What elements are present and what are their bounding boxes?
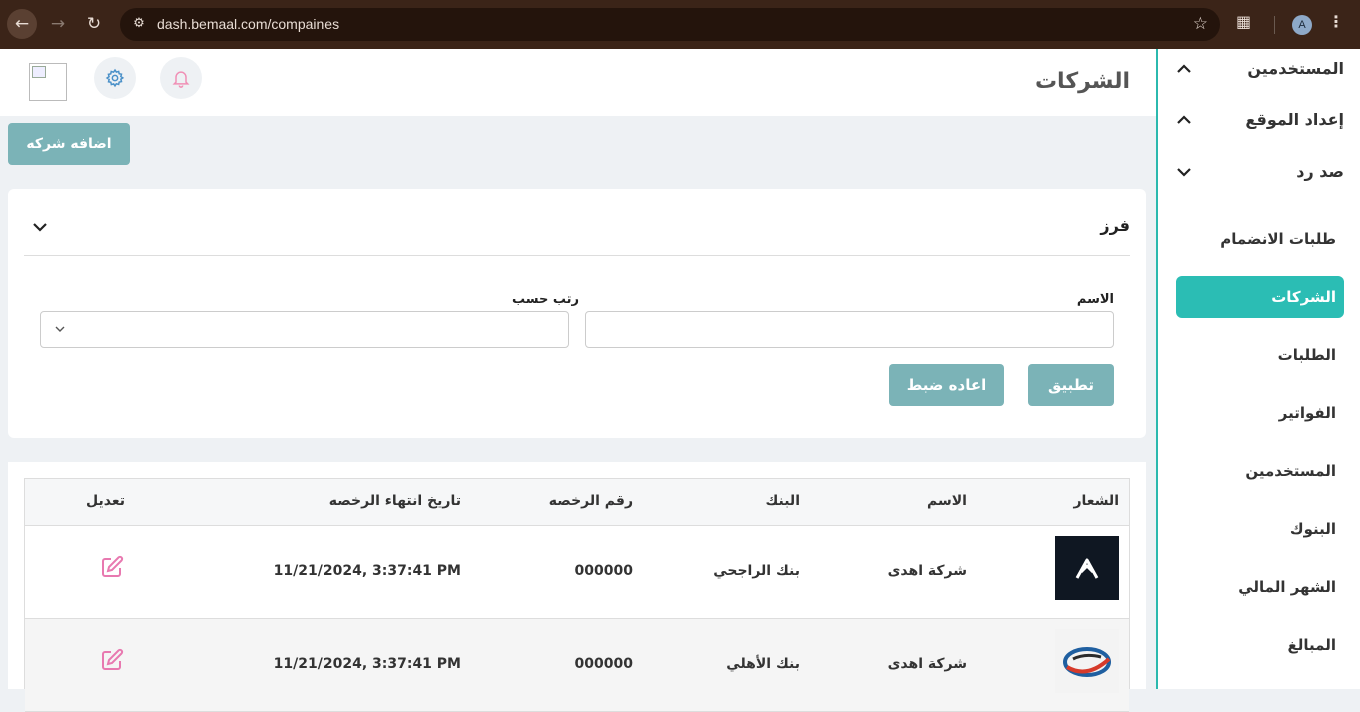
table-row: شركة اهدى بنك الأهلي 000000 11/21/2024, …	[25, 619, 1129, 712]
filter-title: فرز	[1100, 216, 1130, 235]
browser-menu-icon[interactable]: ⋮	[1328, 12, 1344, 31]
sidebar-item-join-requests[interactable]: طلبات الانضمام	[1176, 218, 1344, 260]
name-field-label: الاسم	[1076, 292, 1114, 307]
sidebar-item-label: الطلبات	[1277, 346, 1336, 364]
sidebar: المستخدمين إعداد الموقع صد رد طلبات الان…	[1156, 49, 1360, 689]
reset-button[interactable]: اعاده ضبط	[889, 364, 1004, 406]
column-header-license-number: رقم الرخصه	[548, 493, 633, 509]
sidebar-group-label: إعداد الموقع	[1245, 110, 1344, 129]
sidebar-group-site-setup[interactable]: إعداد الموقع	[1158, 100, 1360, 140]
chevron-down-icon[interactable]	[30, 217, 50, 237]
user-avatar[interactable]	[29, 63, 67, 101]
column-header-edit: تعديل	[86, 493, 125, 509]
reload-button[interactable]: ↻	[79, 9, 109, 39]
sidebar-item-orders[interactable]: الطلبات	[1176, 334, 1344, 376]
sidebar-item-label: المبالغ	[1287, 636, 1336, 654]
chevron-up-icon	[1177, 115, 1191, 124]
company-name: شركة اهدى	[887, 656, 967, 672]
bell-icon	[172, 71, 190, 88]
column-header-bank: البنك	[765, 493, 800, 509]
apply-button[interactable]: تطبيق	[1028, 364, 1114, 406]
license-number: 000000	[574, 563, 633, 579]
sidebar-group-label: صد رد	[1296, 162, 1344, 181]
back-button[interactable]: ←	[7, 9, 37, 39]
toolbar-divider	[1274, 16, 1275, 34]
bank-name: بنك الراجحي	[713, 563, 800, 579]
sidebar-item-label: البنوك	[1289, 520, 1336, 538]
bookmark-star-icon[interactable]: ☆	[1193, 14, 1208, 34]
sidebar-item-fiscal-month[interactable]: الشهر المالي	[1176, 566, 1344, 608]
license-number: 000000	[574, 656, 633, 672]
url-text[interactable]: dash.bemaal.com/compaines	[157, 16, 339, 32]
gear-icon	[105, 68, 125, 88]
sidebar-item-label: الشركات	[1271, 288, 1336, 306]
sidebar-item-label: المستخدمين	[1245, 462, 1336, 480]
sidebar-item-label: الشهر المالي	[1238, 578, 1336, 596]
chevron-down-icon	[1177, 168, 1191, 177]
sidebar-item-users[interactable]: المستخدمين	[1176, 450, 1344, 492]
company-name: شركة اهدى	[887, 563, 967, 579]
broken-image-icon	[32, 66, 46, 78]
table-row: شركة اهدى بنك الراجحي 000000 11/21/2024,…	[25, 526, 1129, 619]
profile-avatar[interactable]: A	[1292, 15, 1312, 35]
bank-name: بنك الأهلي	[726, 656, 800, 672]
page-header: الشركات	[0, 49, 1156, 116]
column-header-license-expiry: تاريخ انتهاء الرخصه	[328, 493, 461, 509]
address-bar[interactable]: ⚙ dash.bemaal.com/compaines ☆	[120, 8, 1220, 41]
edit-icon[interactable]	[100, 648, 124, 672]
forward-button[interactable]: →	[43, 9, 73, 39]
site-settings-icon[interactable]: ⚙	[129, 14, 149, 34]
company-logo	[1055, 536, 1119, 600]
sidebar-item-label: الفواتير	[1278, 404, 1336, 422]
divider	[24, 255, 1130, 256]
license-expiry: 11/21/2024, 3:37:41 PM	[273, 656, 461, 672]
sidebar-item-amounts[interactable]: المبالغ	[1176, 624, 1344, 666]
edit-icon[interactable]	[100, 555, 124, 579]
settings-button[interactable]	[94, 57, 136, 99]
companies-table-card: الشعار الاسم البنك رقم الرخصه تاريخ انته…	[8, 462, 1146, 712]
notifications-button[interactable]	[160, 57, 202, 99]
sidebar-item-companies[interactable]: الشركات	[1176, 276, 1344, 318]
table-header: الشعار الاسم البنك رقم الرخصه تاريخ انته…	[25, 479, 1129, 526]
column-header-name: الاسم	[927, 493, 967, 509]
page-title: الشركات	[1034, 69, 1130, 94]
extensions-icon[interactable]: ▦	[1236, 12, 1251, 31]
name-input[interactable]	[585, 311, 1114, 348]
sidebar-item-label: طلبات الانضمام	[1220, 230, 1336, 248]
license-expiry: 11/21/2024, 3:37:41 PM	[273, 563, 461, 579]
column-header-logo: الشعار	[1073, 493, 1119, 509]
companies-table: الشعار الاسم البنك رقم الرخصه تاريخ انته…	[24, 478, 1130, 712]
browser-toolbar: ← → ↻ ⚙ dash.bemaal.com/compaines ☆ ▦ A …	[0, 0, 1360, 49]
sidebar-group-label: المستخدمين	[1247, 59, 1344, 78]
sidebar-group-sad-rad[interactable]: صد رد	[1158, 152, 1360, 192]
company-logo	[1055, 629, 1119, 693]
sidebar-item-invoices[interactable]: الفواتير	[1176, 392, 1344, 434]
sidebar-item-banks[interactable]: البنوك	[1176, 508, 1344, 550]
chevron-up-icon	[1177, 64, 1191, 73]
add-company-button[interactable]: اضافه شركه	[8, 123, 130, 165]
chevron-down-icon	[55, 326, 65, 332]
filter-panel: فرز الاسم رتب حسب تطبيق اعاده ضبط	[8, 189, 1146, 438]
sidebar-group-users[interactable]: المستخدمين	[1158, 49, 1360, 89]
sort-select[interactable]	[40, 311, 569, 348]
sort-field-label: رتب حسب	[512, 292, 580, 307]
